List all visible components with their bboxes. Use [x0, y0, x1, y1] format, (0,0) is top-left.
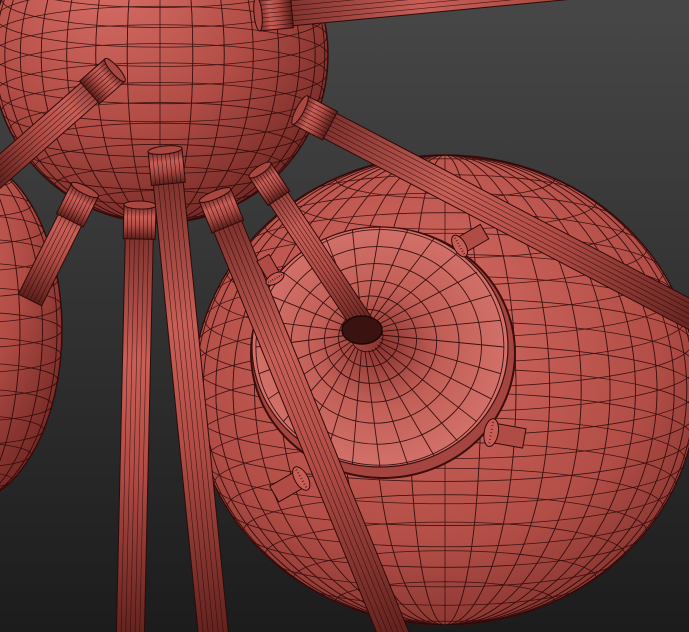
rod-socket — [341, 315, 383, 345]
3d-viewport[interactable] — [0, 0, 689, 632]
wireframe-render[interactable] — [0, 0, 689, 632]
